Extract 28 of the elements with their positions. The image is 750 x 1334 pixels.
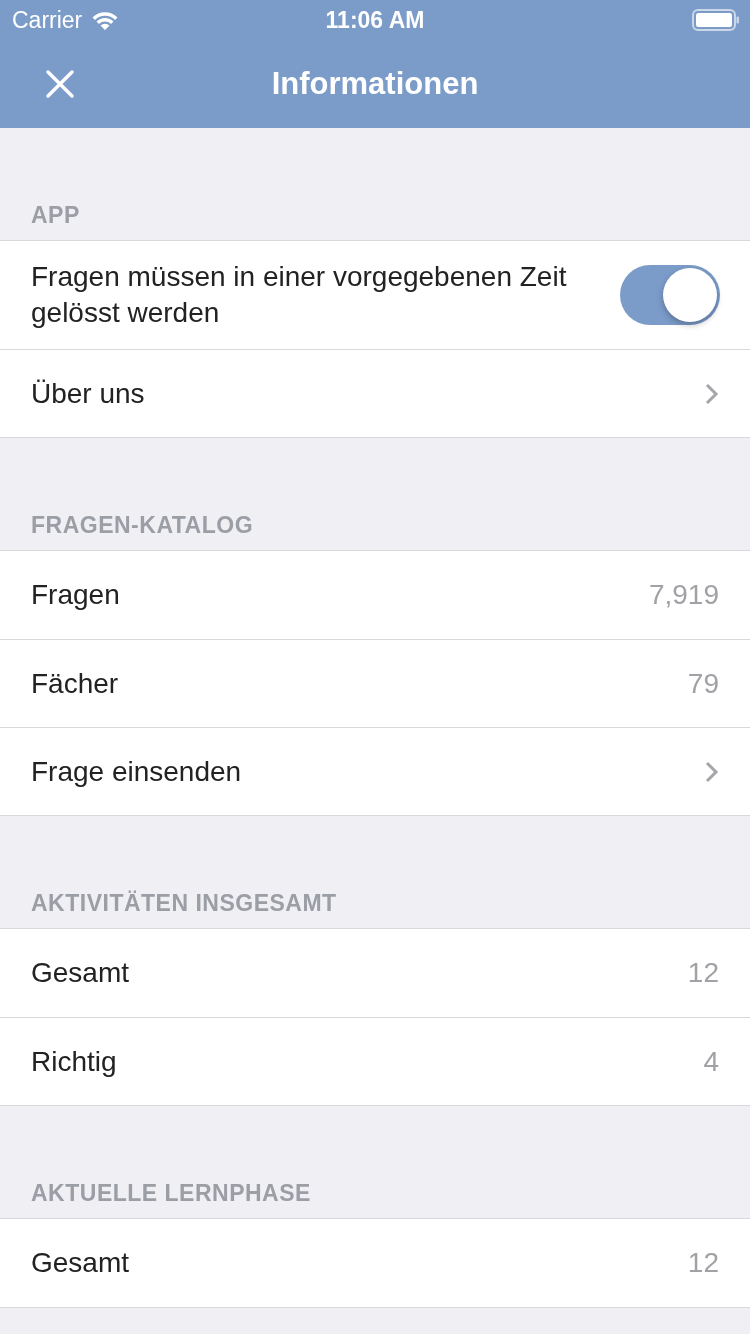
row-label: Frage einsenden [31,754,243,789]
row-value: 4 [703,1045,719,1078]
time-label: 11:06 AM [325,6,425,33]
section-header: FRAGEN-KATALOG [31,512,254,539]
row-value: 7,919 [648,579,719,611]
row-label: Fächer [31,666,120,701]
row-label: Fragen [31,578,121,612]
row-value: 12 [687,1247,719,1279]
row-label: Gesamt [31,956,131,990]
close-icon[interactable] [44,68,76,100]
section-header: AKTUELLE LERNPHASE [31,1180,311,1207]
row-value: 79 [687,667,719,700]
row-value: 12 [687,957,719,989]
row-label: Über uns [31,376,146,411]
nav-title: Informationen [271,66,479,101]
row-label: Gesamt [31,1246,131,1280]
setting-label: Fragen müssen in einer vorgegebenen Zeit gelösst werden [31,260,568,330]
section-header: AKTIVITÄTEN INSGESAMT [31,890,337,917]
navigation-row[interactable]: Frage einsenden [0,727,750,815]
chevron-icon [705,760,719,783]
navigation-row[interactable]: Über uns [0,349,750,437]
row-label: Richtig [31,1044,118,1079]
chevron-icon [705,382,719,405]
carrier-label: Carrier [12,6,83,34]
section-header: APP [31,202,80,229]
wifi-icon [90,9,121,31]
toggle-switch[interactable] [620,265,720,325]
battery-icon [692,9,740,31]
